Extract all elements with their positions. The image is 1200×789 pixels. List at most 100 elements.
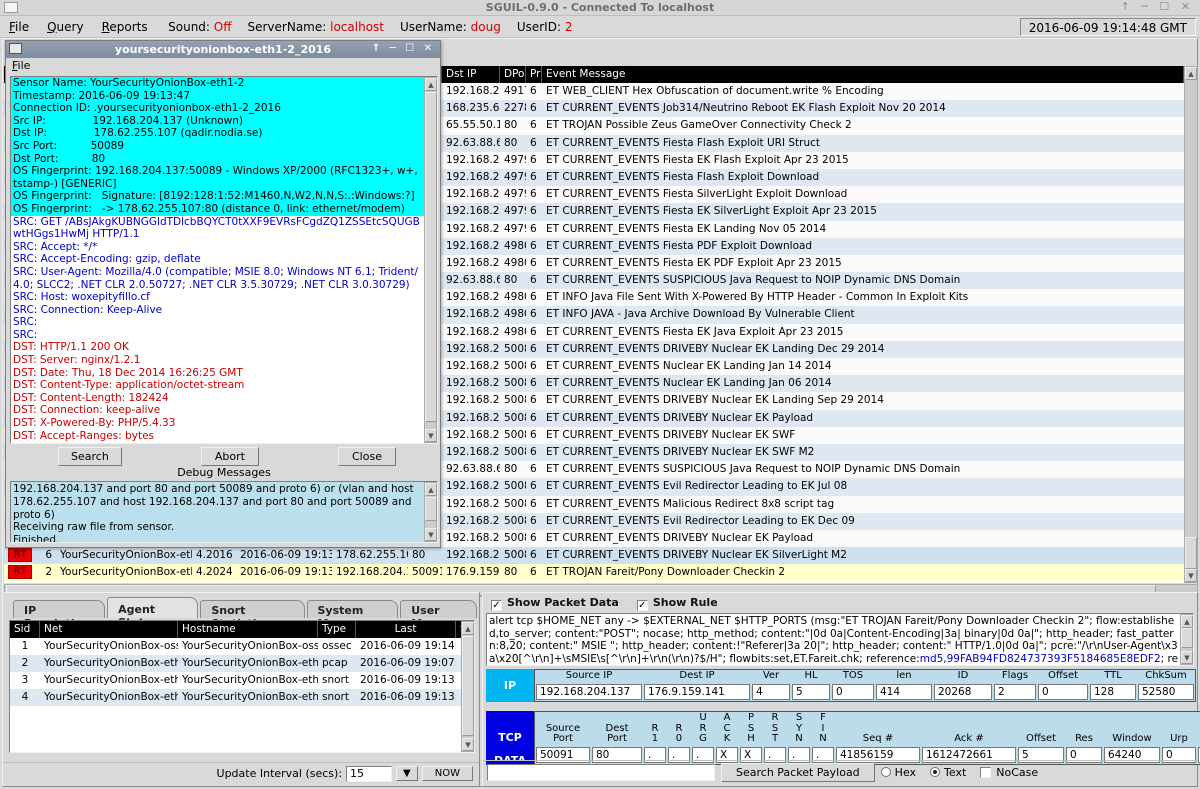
scroll-down-icon[interactable]: ▼ [462,738,474,751]
text-radio[interactable]: Text [930,766,966,779]
scroll-up-icon[interactable]: ▲ [1185,67,1197,80]
scroll-down-icon[interactable]: ▼ [425,429,437,442]
transcript-line-dst: DST: HTTP/1.1 200 OK [11,341,424,354]
search-button[interactable]: Search [58,447,122,466]
packet-field-header: ID [933,670,993,683]
payload-search-bar: Search Packet Payload Hex Text NoCase [483,760,1197,784]
transcript-line-dst: DST: Server: nginx/1.2.1 [11,354,424,367]
packet-data-panel: ✓Show Packet Data ✓Show Rule alert tcp $… [482,592,1198,787]
event-row[interactable]: RT6YourSecurityOnionBox-eth1-24.20162016… [4,547,1184,564]
dialog-titlebar[interactable]: yoursecurityonionbox-eth1-2_2016 ↑ ─ ☐ ✕ [6,41,440,58]
packet-field-header: Urp [1161,712,1197,746]
scroll-down-icon[interactable]: ▼ [425,528,437,541]
col-sid[interactable]: Sid [10,621,40,638]
tab-agent-status[interactable]: Agent Status [107,597,198,618]
radio-off-icon[interactable] [881,767,891,777]
col-net[interactable]: Net [40,621,178,638]
transcript-line-info: Src IP: 192.168.204.137 (Unknown) [11,115,424,128]
show-rule-toggle[interactable]: ✓Show Rule [637,596,718,611]
packet-field-header: Seq # [835,712,921,746]
abort-button[interactable]: Abort [201,447,259,466]
agent-table-vscrollbar[interactable]: ▲ ▼ [461,621,474,752]
col-dport[interactable]: DPort [500,66,526,83]
menu-reports[interactable]: Reports [93,17,157,34]
now-button[interactable]: NOW [422,766,473,781]
scroll-up-icon[interactable]: ▲ [462,622,474,635]
checkbox-checked-icon[interactable]: ✓ [637,600,648,611]
ip-label: IP [486,669,534,702]
dialog-menu-file[interactable]: File [12,59,30,72]
packet-field-value: 5 [792,684,830,700]
rule-pane[interactable]: alert tcp $HOME_NET any -> $EXTERNAL_NET… [486,613,1194,666]
col-type[interactable]: Type [318,621,356,638]
tab-snort-statistics[interactable]: Snort Statistics [200,600,304,618]
hex-radio[interactable]: Hex [881,766,916,779]
agent-row[interactable]: 1YourSecurityOnionBox-ossecYourSecurityO… [10,638,474,655]
close-button[interactable]: Close [338,447,396,466]
dialog-menubar: File [6,58,440,74]
scroll-down-icon[interactable]: ▼ [1185,569,1197,582]
scroll-down-icon[interactable]: ▼ [1181,651,1193,664]
transcript-pane[interactable]: Sensor Name: YourSecurityOnionBox-eth1-2… [10,76,438,444]
transcript-line-src: SRC: [11,329,424,342]
show-packet-data-toggle[interactable]: ✓Show Packet Data [491,596,619,611]
packet-field-header: Offset [1017,712,1065,746]
agent-row[interactable]: 4YourSecurityOnionBox-eth1YourSecurityOn… [10,689,474,706]
agent-table-header[interactable]: Sid Net Hostname Type Last Status [10,621,474,638]
transcript-line-info: Dst IP: 178.62.255.107 (qadir.nodia.se) [11,127,424,140]
rt-status-badge: RT [8,565,32,579]
nocase-checkbox[interactable]: NoCase [980,766,1038,779]
scroll-up-icon[interactable]: ▲ [1181,615,1193,628]
col-dst-ip[interactable]: Dst IP [442,66,500,83]
agent-row[interactable]: 2YourSecurityOnionBox-eth1YourSecurityOn… [10,655,474,672]
rule-reference-link[interactable]: md5,99FAB94FD824737393F5184685E8EDF2 [920,653,1161,665]
event-row[interactable]: RT2YourSecurityOnionBox-eth1-24.20242016… [4,564,1184,581]
menu-file[interactable]: File [0,17,38,34]
debug-messages-pane[interactable]: 192.168.204.137 and port 80 and port 500… [10,481,438,543]
debug-vscrollbar[interactable]: ▲ ▼ [424,482,437,542]
col-event-message[interactable]: Event Message [542,66,1184,83]
transcript-line-dst: DST: X-Powered-By: PHP/5.4.33 [11,417,424,430]
agent-row[interactable]: 3YourSecurityOnionBox-eth1YourSecurityOn… [10,672,474,689]
transcript-vscrollbar[interactable]: ▲ ▼ [424,77,437,443]
update-interval-input[interactable] [346,766,392,782]
rule-vscrollbar[interactable]: ▲ ▼ [1180,614,1193,665]
packet-field-value: 52580 [1138,684,1194,700]
packet-field-value: 0 [832,684,874,700]
packet-field-header: F I N [811,712,835,746]
payload-search-input[interactable] [487,764,715,781]
packet-field-header: HL [791,670,831,683]
interval-dropdown-arrow-icon[interactable]: ▼ [396,766,418,781]
col-pr[interactable]: Pr [526,66,542,83]
tab-ip-resolution[interactable]: IP Resolution [13,600,105,618]
menu-query[interactable]: Query [38,17,92,34]
app-title: SGUIL-0.9.0 - Connected To localhost [0,1,1200,14]
dialog-window-controls[interactable]: ↑ ─ ☐ ✕ [372,43,435,54]
checkbox-checked-icon[interactable]: ✓ [491,600,502,611]
rule-reference-link[interactable]: url,www.threatexpert.com/report.aspx?md5… [532,665,974,666]
radio-on-icon[interactable] [930,767,940,777]
transcript-line-info: OS Fingerprint: 192.168.204.137:50089 - … [11,165,424,190]
event-table-vscrollbar[interactable]: ▲ ▼ [1184,66,1198,583]
scroll-up-icon[interactable]: ▲ [425,483,437,496]
packet-field-header: R S T [763,712,787,746]
debug-line: 192.168.204.137 and port 80 and port 500… [13,483,423,521]
col-hostname[interactable]: Hostname [178,621,318,638]
checkbox-unchecked-icon[interactable] [980,767,991,778]
debug-line: Receiving raw file from sensor. [13,521,423,534]
transcript-line-src: SRC: Accept-Encoding: gzip, deflate [11,253,424,266]
scroll-up-icon[interactable]: ▲ [425,78,437,91]
packet-field-header: Flags [993,670,1037,683]
search-packet-payload-button[interactable]: Search Packet Payload [721,763,875,782]
transcript-line-dst: DST: Content-Type: application/octet-str… [11,379,424,392]
col-last[interactable]: Last [356,621,456,638]
transcript-line-info: Connection ID: .yoursecurityonionbox-eth… [11,102,424,115]
update-interval-bar: Update Interval (secs): ▼ NOW [3,762,479,784]
clock-display: 2016-06-09 19:14:48 GMT [1020,18,1196,36]
tab-system-msgs[interactable]: System Msgs [307,600,399,618]
packet-field-header: Ack # [921,712,1017,746]
tab-user-msgs[interactable]: User Msgs [400,600,477,618]
packet-field-value: 4 [752,684,790,700]
app-window-controls[interactable]: ↑ ─ ☐ ✕ [1121,0,1194,13]
debug-messages-label: Debug Messages [6,466,442,479]
